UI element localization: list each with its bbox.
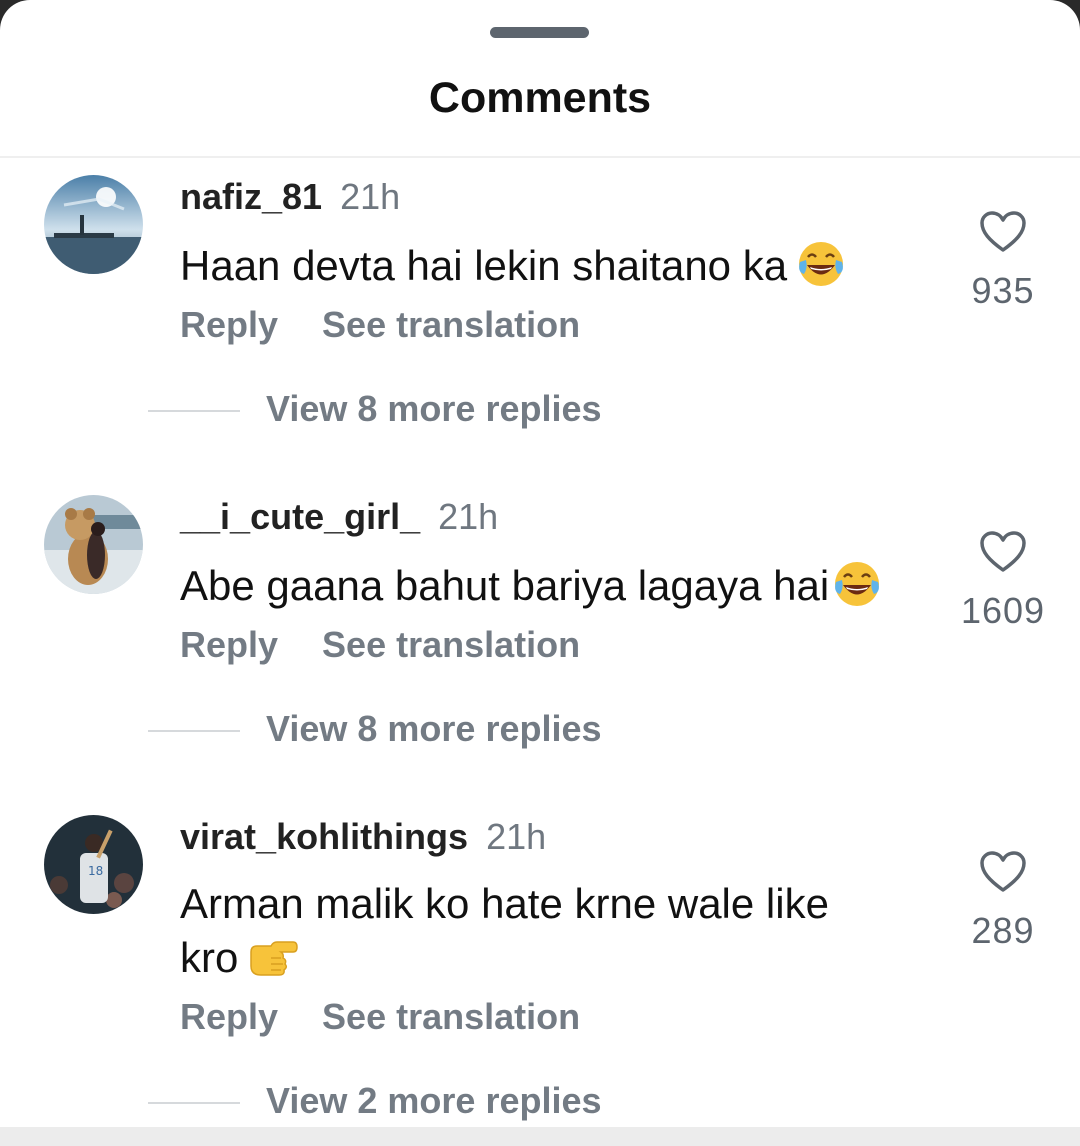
comment-text: Abe gaana bahut bariya lagaya hai <box>180 558 920 612</box>
username[interactable]: virat_kohlithings <box>180 816 468 857</box>
see-translation-button[interactable]: See translation <box>322 624 580 665</box>
heart-icon <box>980 211 1026 252</box>
reply-button[interactable]: Reply <box>180 996 278 1037</box>
like-count: 935 <box>971 270 1035 311</box>
comment-text: Haan devta hai lekin shaitano ka <box>180 238 900 292</box>
comment-text: Arman malik ko hate krne wale like kro <box>180 878 880 984</box>
like-button[interactable]: 935 <box>960 210 1046 312</box>
like-button[interactable]: 289 <box>960 850 1046 952</box>
comment-meta: virat_kohlithings 21h <box>180 816 546 858</box>
timestamp: 21h <box>438 496 499 537</box>
reply-button[interactable]: Reply <box>180 624 278 665</box>
like-button[interactable]: 1609 <box>960 530 1046 632</box>
username[interactable]: nafiz_81 <box>180 176 322 217</box>
view-replies-label: View 8 more replies <box>266 708 602 749</box>
comment-body: Abe gaana bahut bariya lagaya hai <box>180 562 830 609</box>
replies-divider <box>148 1102 240 1104</box>
reply-button[interactable]: Reply <box>180 304 278 345</box>
comment-actions: Reply See translation <box>180 304 580 346</box>
pointing-right-hand-icon <box>250 941 299 976</box>
timestamp: 21h <box>486 816 547 857</box>
comment-body: Haan devta hai lekin shaitano ka <box>180 242 788 289</box>
replies-divider <box>148 730 240 732</box>
comment-actions: Reply See translation <box>180 996 580 1038</box>
like-count: 1609 <box>960 590 1046 631</box>
comment-meta: __i_cute_girl_ 21h <box>180 496 498 538</box>
comments-sheet: Comments nafiz_81 21h Haan devta hai lek… <box>0 0 1080 1127</box>
header-divider <box>0 156 1080 158</box>
like-count: 289 <box>971 910 1035 951</box>
comment-meta: nafiz_81 21h <box>180 176 400 218</box>
comment-actions: Reply See translation <box>180 624 580 666</box>
see-translation-button[interactable]: See translation <box>322 996 580 1037</box>
timestamp: 21h <box>340 176 401 217</box>
drag-handle[interactable] <box>490 27 589 38</box>
replies-divider <box>148 410 240 412</box>
svg-text:18: 18 <box>88 864 103 878</box>
avatar[interactable] <box>44 495 143 594</box>
heart-icon <box>980 851 1026 892</box>
face-with-tears-of-joy-icon <box>835 562 880 606</box>
page-title: Comments <box>428 74 652 122</box>
view-replies-label: View 8 more replies <box>266 388 602 429</box>
see-translation-button[interactable]: See translation <box>322 304 580 345</box>
view-replies-label: View 2 more replies <box>266 1080 602 1121</box>
bottom-edge <box>0 1127 1080 1146</box>
avatar[interactable] <box>44 175 143 274</box>
avatar[interactable]: 18 <box>44 815 143 914</box>
username[interactable]: __i_cute_girl_ <box>180 496 420 537</box>
heart-icon <box>980 531 1026 572</box>
face-with-tears-of-joy-icon <box>799 242 844 286</box>
